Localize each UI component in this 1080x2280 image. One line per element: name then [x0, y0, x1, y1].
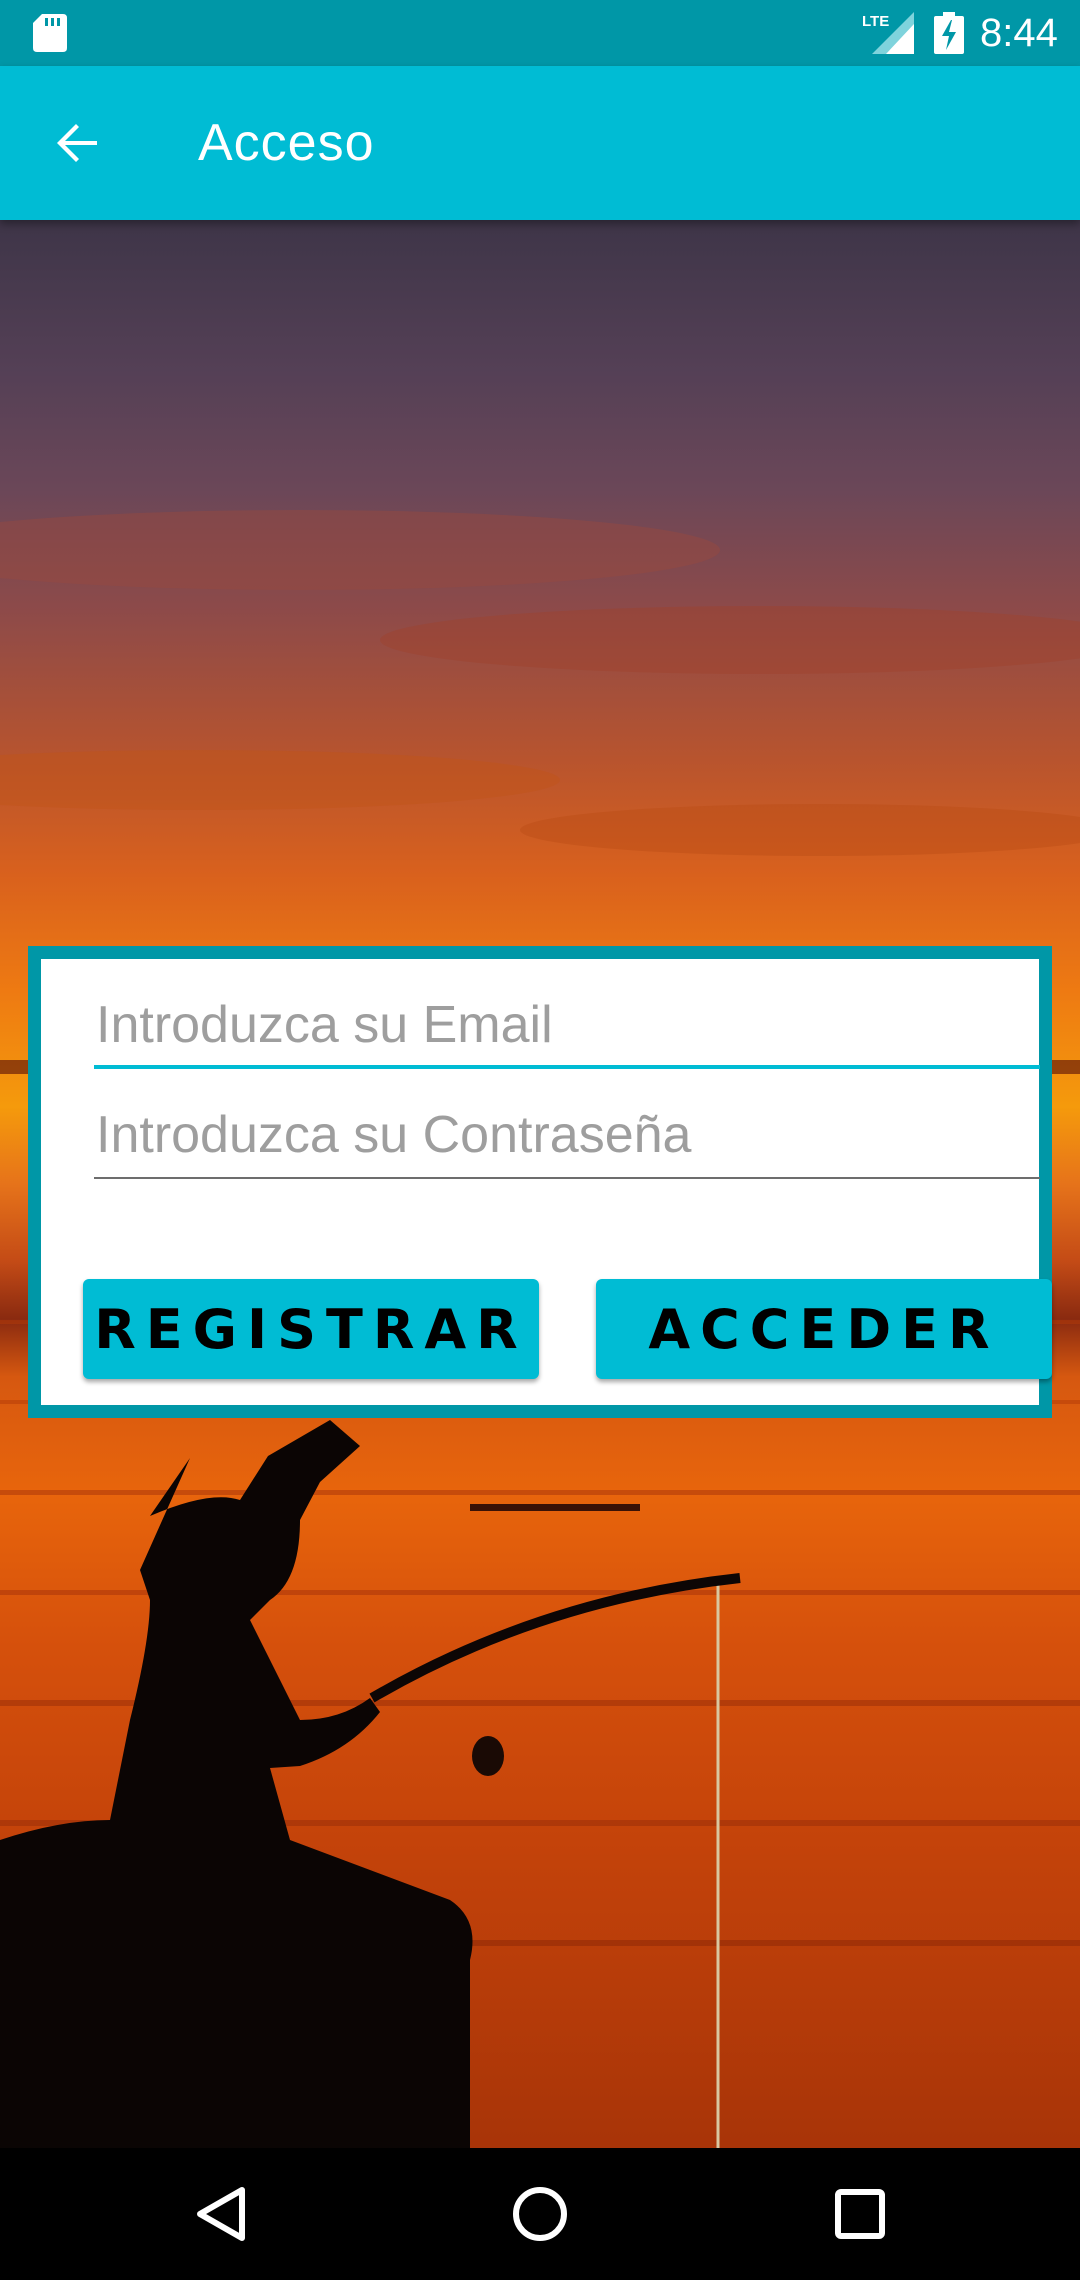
email-input[interactable] — [94, 989, 1044, 1061]
status-clock: 8:44 — [980, 11, 1058, 55]
nav-home-icon — [513, 2187, 567, 2241]
login-button[interactable]: ACCEDER — [596, 1279, 1052, 1379]
login-form-card: REGISTRAR ACCEDER — [28, 946, 1052, 1418]
arrow-back-icon — [57, 124, 97, 162]
login-screen: LTE 8:44 Acceso Introduzca su Email REGI… — [0, 0, 1080, 2280]
nav-back-button[interactable] — [180, 2174, 260, 2254]
page-title: Acceso — [198, 114, 375, 172]
battery-charging-icon — [934, 12, 964, 54]
email-field[interactable] — [94, 989, 1044, 1069]
nav-recents-button[interactable] — [820, 2174, 900, 2254]
back-button[interactable] — [40, 106, 114, 180]
svg-text:LTE: LTE — [862, 13, 889, 30]
nav-recents-icon — [835, 2189, 885, 2239]
lte-signal-icon: LTE — [862, 12, 914, 54]
register-button[interactable]: REGISTRAR — [83, 1279, 539, 1379]
password-field[interactable] — [94, 1099, 1044, 1179]
app-bar: Acceso — [0, 66, 1080, 220]
navigation-bar — [0, 2148, 1080, 2280]
nav-back-icon — [197, 2187, 245, 2241]
password-input[interactable] — [94, 1099, 1044, 1171]
sd-card-icon — [33, 14, 67, 52]
nav-home-button[interactable] — [500, 2174, 580, 2254]
status-bar: LTE 8:44 — [0, 0, 1080, 66]
